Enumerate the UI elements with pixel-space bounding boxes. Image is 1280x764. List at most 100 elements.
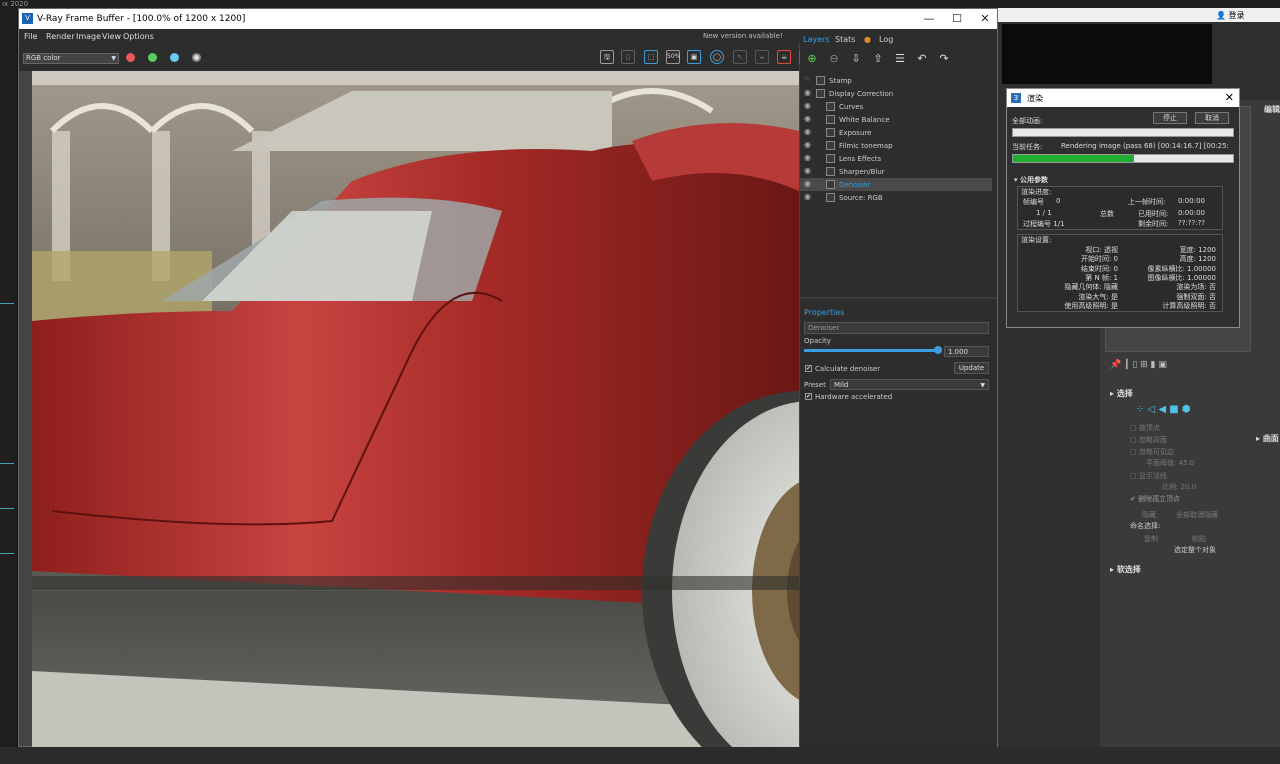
eye-icon[interactable]: ◉: [804, 141, 812, 149]
close-icon[interactable]: ✕: [1225, 91, 1234, 104]
menu-render[interactable]: Render: [46, 32, 74, 41]
menu-image[interactable]: Image: [76, 32, 101, 41]
layer-row[interactable]: ◉ Sharpen/Blur: [800, 165, 992, 178]
render-image[interactable]: [32, 71, 799, 747]
layer-name: Filmic tonemap: [839, 142, 893, 150]
eye-icon[interactable]: ◉: [804, 128, 812, 136]
save-layers-icon[interactable]: ⇧: [871, 52, 885, 65]
layers-panel: Layers Stats ● Log ⊕ ⊖ ⇩ ⇧ ☰ ↶ ↷ ✎ Stamp ◉…: [800, 29, 997, 747]
hardware-accelerated-checkbox[interactable]: ✔: [805, 393, 812, 400]
eye-icon[interactable]: ◉: [804, 167, 812, 175]
opt-by-vertex[interactable]: ▢ 按顶点: [1130, 423, 1160, 433]
region-render-icon[interactable]: ⬚: [644, 50, 658, 64]
save-icon[interactable]: 🖫: [600, 50, 614, 64]
opt-show-normals[interactable]: ▢ 显示法线: [1130, 471, 1167, 481]
current-task-label: 当前任务:: [1012, 143, 1043, 151]
layer-name: Source: RGB: [839, 194, 883, 202]
close-button[interactable]: ✕: [971, 11, 999, 27]
add-layer-icon[interactable]: ⊕: [805, 52, 819, 65]
subobject-icons[interactable]: ⁘ ◁ ◀ ■ ⬢: [1136, 404, 1216, 417]
vfb-title: V-Ray Frame Buffer - [100.0% of 1200 x 1…: [37, 14, 246, 24]
pen-icon[interactable]: ✎: [804, 76, 812, 84]
opacity-slider-knob[interactable]: [934, 346, 942, 354]
render-teapot-icon[interactable]: ☕: [777, 50, 791, 64]
unhide-all-button[interactable]: 全部取消隐藏: [1176, 510, 1218, 520]
layer-type-icon: [826, 154, 835, 163]
opt-planar-threshold[interactable]: 平面阈值: 45.0: [1146, 458, 1194, 468]
opt-scale[interactable]: 比例: 20.0: [1162, 482, 1196, 492]
layer-name-field[interactable]: Denoiser: [804, 322, 989, 334]
layer-list-icon[interactable]: ☰: [893, 52, 907, 65]
preset-select[interactable]: Mild ▼: [830, 379, 989, 390]
properties-header: Properties: [804, 308, 845, 317]
eye-icon[interactable]: ◉: [804, 115, 812, 123]
opacity-value-field[interactable]: 1.000: [944, 346, 989, 357]
all-frames-label: 全部动画:: [1012, 117, 1043, 125]
opt-ignore-backface[interactable]: ▢ 忽略背面: [1130, 435, 1167, 445]
edit-label: 编辑: [1264, 105, 1280, 114]
layer-row[interactable]: ◉ Filmic tonemap: [800, 139, 992, 152]
eye-icon[interactable]: ◉: [804, 193, 812, 201]
interactive-icon[interactable]: ↖: [733, 50, 747, 64]
redo-icon[interactable]: ↷: [937, 52, 951, 65]
tab-log[interactable]: Log: [879, 35, 893, 44]
login-link[interactable]: 👤 登录: [1216, 10, 1245, 21]
layer-row[interactable]: ◉ Curves: [800, 100, 992, 113]
minimize-button[interactable]: —: [915, 11, 943, 27]
eye-icon[interactable]: ◉: [804, 180, 812, 188]
layer-type-icon: [816, 89, 825, 98]
tab-stats[interactable]: Stats: [835, 35, 855, 44]
menu-file[interactable]: File: [24, 32, 37, 41]
chevron-down-icon: ▼: [111, 55, 116, 62]
delete-layer-icon[interactable]: ⊖: [827, 52, 841, 65]
layer-row[interactable]: ◉ Denoiser: [800, 178, 992, 191]
properties-panel: Properties Denoiser Opacity 1.000 ✔ Calc…: [800, 304, 997, 764]
blue-channel-button[interactable]: [170, 53, 179, 62]
track-mouse-icon[interactable]: ▣: [687, 50, 701, 64]
teapot-icon[interactable]: ☕: [755, 50, 769, 64]
stop-button[interactable]: 停止: [1153, 112, 1187, 124]
eye-icon[interactable]: ◉: [804, 102, 812, 110]
channel-select[interactable]: RGB color ▼: [23, 53, 119, 64]
update-button[interactable]: Update: [954, 362, 989, 374]
splitter[interactable]: [800, 297, 997, 299]
layer-row[interactable]: ◉ Lens Effects: [800, 152, 992, 165]
layer-row[interactable]: ◉ White Balance: [800, 113, 992, 126]
copy-button[interactable]: 复制: [1144, 534, 1158, 544]
render-progress-dialog: 3 渲染 ✕ 全部动画: 停止 取消 当前任务: Rendering image…: [1006, 88, 1240, 328]
select-rollout-header[interactable]: ▸ 选择: [1110, 388, 1133, 399]
tab-layers[interactable]: Layers: [803, 35, 829, 44]
layer-row[interactable]: ◉ Source: RGB: [800, 191, 992, 204]
zoom-50-button[interactable]: 50%: [666, 50, 680, 64]
green-channel-button[interactable]: [148, 53, 157, 62]
hide-button[interactable]: 隐藏: [1142, 510, 1156, 520]
calculate-denoiser-checkbox[interactable]: ✔: [805, 365, 812, 372]
cancel-button[interactable]: 取消: [1195, 112, 1229, 124]
layer-row[interactable]: ◉ Exposure: [800, 126, 992, 139]
menu-options[interactable]: Options: [123, 32, 154, 41]
surface-header[interactable]: ▸ 曲面: [1256, 433, 1279, 444]
opt-delete-isolated[interactable]: ✔ 删除孤立顶点: [1130, 494, 1180, 504]
menu-view[interactable]: View: [102, 32, 121, 41]
alpha-channel-button[interactable]: [192, 53, 201, 62]
stack-tools[interactable]: 📌 ┃ ▯ ⊞ ▮ ▣: [1110, 360, 1200, 372]
new-version-notice[interactable]: New version available!: [703, 32, 783, 40]
layer-row[interactable]: ✎ Stamp: [800, 74, 992, 87]
undo-icon[interactable]: ↶: [915, 52, 929, 65]
soft-select-header[interactable]: ▸ 软选择: [1110, 564, 1141, 575]
paste-button[interactable]: 粘贴: [1192, 534, 1206, 544]
layer-row[interactable]: ◉ Display Correction: [800, 87, 992, 100]
red-channel-button[interactable]: [126, 53, 135, 62]
lens-icon[interactable]: ◯: [710, 50, 724, 64]
opt-ignore-visible-edges[interactable]: ▢ 忽略可见边: [1130, 447, 1174, 457]
save-all-icon[interactable]: ▯: [621, 50, 635, 64]
eye-icon[interactable]: ◉: [804, 89, 812, 97]
layer-type-icon: [826, 102, 835, 111]
eye-icon[interactable]: ◉: [804, 154, 812, 162]
total-label: 总数: [1100, 210, 1114, 218]
common-params-header[interactable]: ▾ 公用参数: [1014, 175, 1048, 185]
maximize-button[interactable]: ☐: [943, 11, 971, 27]
load-layers-icon[interactable]: ⇩: [849, 52, 863, 65]
opacity-slider-track[interactable]: [804, 346, 942, 354]
select-whole-object: 选定整个对象: [1174, 546, 1216, 554]
